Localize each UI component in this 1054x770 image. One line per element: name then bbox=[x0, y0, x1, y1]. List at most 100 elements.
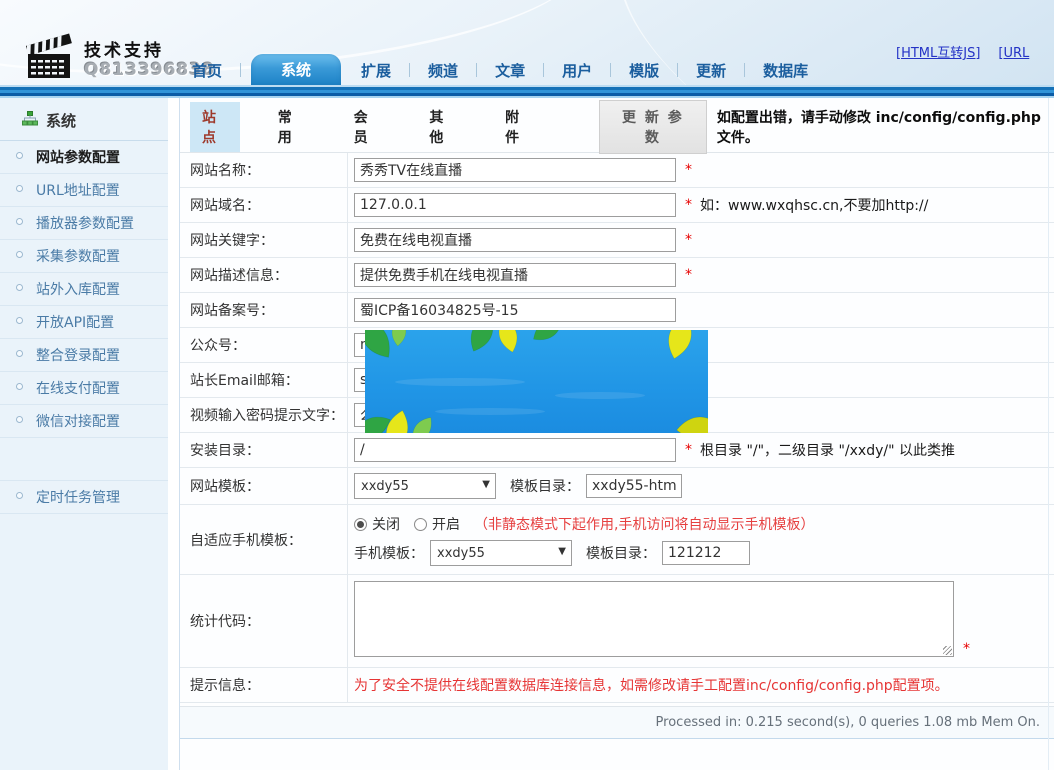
sidebar-item-site-params[interactable]: 网站参数配置 bbox=[0, 141, 168, 174]
nav-tab-channel[interactable]: 频道 bbox=[414, 58, 472, 85]
nav-tab-database[interactable]: 数据库 bbox=[749, 58, 822, 85]
form-row-site-keywords: 网站关键字： * bbox=[180, 223, 1054, 258]
decor-streak bbox=[555, 392, 645, 399]
bullet-icon bbox=[16, 185, 23, 192]
stats-code-textarea[interactable] bbox=[354, 581, 954, 657]
site-template-dir-input[interactable] bbox=[586, 474, 682, 498]
censored-image bbox=[365, 330, 708, 433]
bullet-icon bbox=[16, 317, 23, 324]
site-description-input[interactable] bbox=[354, 263, 676, 287]
divider bbox=[240, 63, 241, 77]
form-row-site-domain: 网站域名： * 如：www.wxqhsc.cn,不要加http:// bbox=[180, 188, 1054, 223]
sidebar-title: 系统 bbox=[0, 98, 168, 141]
form-row-site-name: 网站名称： * bbox=[180, 153, 1054, 188]
link-html-to-js[interactable]: [HTML互转JS] bbox=[896, 46, 980, 61]
subtab-attachment[interactable]: 附件 bbox=[493, 102, 543, 152]
divider bbox=[677, 63, 678, 77]
icp-number-input[interactable] bbox=[354, 298, 676, 322]
form-row-icp-number: 网站备案号： bbox=[180, 293, 1054, 328]
field-label: 网站域名： bbox=[180, 188, 348, 222]
clapperboard-icon bbox=[26, 33, 74, 83]
site-template-select[interactable]: xxdy55 bbox=[354, 473, 496, 499]
mobile-template-select[interactable]: xxdy55 bbox=[430, 540, 572, 566]
mobile-template-note: （非静态模式下起作用,手机访问将自动显示手机模板） bbox=[474, 514, 814, 534]
subtab-common[interactable]: 常用 bbox=[266, 102, 316, 152]
required-asterisk: * bbox=[685, 197, 692, 213]
nav-tab-home[interactable]: 首页 bbox=[178, 58, 236, 85]
sidebar-item-scheduled-tasks[interactable]: 定时任务管理 bbox=[0, 480, 168, 514]
mobile-template-off-radio[interactable] bbox=[354, 518, 367, 531]
sidebar-item-player-params[interactable]: 播放器参数配置 bbox=[0, 207, 168, 240]
processing-stats: Processed in: 0.215 second(s), 0 queries… bbox=[656, 715, 1040, 730]
status-bar: Processed in: 0.215 second(s), 0 queries… bbox=[180, 706, 1054, 739]
site-keywords-input[interactable] bbox=[354, 228, 676, 252]
nav-tab-system[interactable]: 系统 bbox=[251, 54, 341, 85]
divider bbox=[610, 63, 611, 77]
template-dir-label: 模板目录： bbox=[510, 476, 580, 496]
install-dir-input[interactable] bbox=[354, 438, 676, 462]
sidebar-item-url-config[interactable]: URL地址配置 bbox=[0, 174, 168, 207]
subtabs: 站点 常用 会员 其他 附件 更 新 参 数 如配置出错，请手动修改 inc/c… bbox=[180, 98, 1054, 142]
divider bbox=[1048, 98, 1049, 770]
bullet-icon bbox=[16, 152, 23, 159]
form-row-mobile-template: 自适应手机模板： 关闭 开启 （非静态模式下起作用,手机访问将自动显示手机模板）… bbox=[180, 505, 1054, 575]
sidebar-item-collect-params[interactable]: 采集参数配置 bbox=[0, 240, 168, 273]
nav-tab-update[interactable]: 更新 bbox=[682, 58, 740, 85]
config-warning-note: 如配置出错，请手动修改 inc/config/config.php文件。 bbox=[717, 107, 1054, 147]
sidebar-item-integrated-login[interactable]: 整合登录配置 bbox=[0, 339, 168, 372]
form-row-site-description: 网站描述信息： * bbox=[180, 258, 1054, 293]
form-row-stats-code: 统计代码： * bbox=[180, 575, 1054, 668]
sidebar: 系统 网站参数配置 URL地址配置 播放器参数配置 采集参数配置 站外入库配置 … bbox=[0, 98, 168, 770]
field-label: 统计代码： bbox=[180, 575, 348, 667]
divider bbox=[409, 63, 410, 77]
link-url[interactable]: [URL bbox=[998, 46, 1029, 61]
subtab-member[interactable]: 会员 bbox=[342, 102, 392, 152]
admin-page: 技术支持 Q813396838 [HTML互转JS][URL 首页 系统 扩展 … bbox=[0, 0, 1054, 770]
resize-grip-icon[interactable] bbox=[943, 646, 952, 655]
field-label: 自适应手机模板： bbox=[180, 505, 348, 574]
nav-tab-article[interactable]: 文章 bbox=[481, 58, 539, 85]
decor-streak bbox=[395, 378, 525, 386]
field-label: 网站模板： bbox=[180, 468, 348, 504]
nav-tab-user[interactable]: 用户 bbox=[548, 58, 606, 85]
site-name-input[interactable] bbox=[354, 158, 676, 182]
required-asterisk: * bbox=[685, 442, 692, 458]
domain-hint: 如：www.wxqhsc.cn,不要加http:// bbox=[700, 195, 928, 215]
subtab-other[interactable]: 其他 bbox=[417, 102, 467, 152]
field-label: 网站备案号： bbox=[180, 293, 348, 327]
mobile-template-dir-input[interactable] bbox=[662, 541, 750, 565]
bullet-icon bbox=[16, 383, 23, 390]
decor-streak bbox=[435, 408, 545, 415]
required-asterisk: * bbox=[685, 232, 692, 248]
sidebar-item-wechat[interactable]: 微信对接配置 bbox=[0, 405, 168, 438]
nav-stripe bbox=[0, 85, 1054, 98]
header: 技术支持 Q813396838 [HTML互转JS][URL 首页 系统 扩展 … bbox=[0, 0, 1054, 85]
bullet-icon bbox=[16, 218, 23, 225]
sidebar-menu: 网站参数配置 URL地址配置 播放器参数配置 采集参数配置 站外入库配置 开放A… bbox=[0, 141, 168, 514]
radio-on-label: 开启 bbox=[432, 514, 460, 534]
bullet-icon bbox=[16, 284, 23, 291]
nav-tab-extend[interactable]: 扩展 bbox=[347, 58, 405, 85]
bullet-icon bbox=[16, 251, 23, 258]
form-row-tip-info: 提示信息： 为了安全不提供在线配置数据库连接信息，如需修改请手工配置inc/co… bbox=[180, 668, 1054, 703]
sidebar-item-external-storage[interactable]: 站外入库配置 bbox=[0, 273, 168, 306]
sidebar-item-online-payment[interactable]: 在线支付配置 bbox=[0, 372, 168, 405]
main-nav: 首页 系统 扩展 频道 文章 用户 模版 更新 数据库 bbox=[178, 55, 822, 85]
bullet-icon bbox=[16, 416, 23, 423]
site-domain-input[interactable] bbox=[354, 193, 676, 217]
field-label: 公众号： bbox=[180, 328, 348, 362]
sitemap-icon bbox=[22, 111, 38, 130]
update-params-button[interactable]: 更 新 参 数 bbox=[599, 100, 707, 154]
field-label: 安装目录： bbox=[180, 433, 348, 467]
mobile-template-label: 手机模板： bbox=[354, 543, 424, 563]
mobile-template-dir-label: 模板目录： bbox=[586, 543, 656, 563]
nav-tab-template[interactable]: 模版 bbox=[615, 58, 673, 85]
mobile-template-on-radio[interactable] bbox=[414, 518, 427, 531]
field-label: 提示信息： bbox=[180, 668, 348, 702]
bullet-icon bbox=[16, 492, 23, 499]
sidebar-item-open-api[interactable]: 开放API配置 bbox=[0, 306, 168, 339]
install-dir-hint: 根目录 "/"，二级目录 "/xxdy/" 以此类推 bbox=[700, 440, 955, 460]
field-label: 网站关键字： bbox=[180, 223, 348, 257]
top-links: [HTML互转JS] [URL bbox=[896, 42, 1054, 61]
subtab-site[interactable]: 站点 bbox=[190, 102, 240, 152]
